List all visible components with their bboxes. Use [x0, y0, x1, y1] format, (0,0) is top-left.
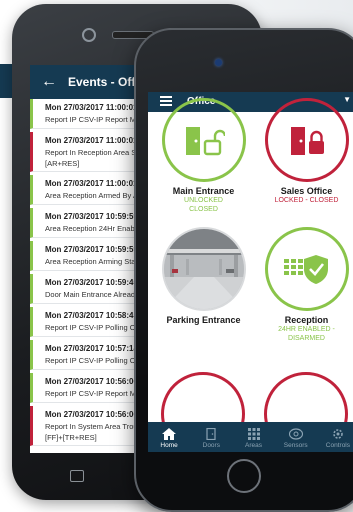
tile-name: Reception	[284, 315, 329, 325]
office-screen: Office ▼ Main Entrance UNLOCKED CLOSED S…	[148, 92, 353, 452]
tile-main-entrance[interactable]: Main Entrance UNLOCKED CLOSED	[151, 98, 256, 214]
tab-label: Areas	[245, 442, 262, 449]
back-arrow-icon[interactable]: ←	[30, 73, 68, 91]
tile-status-line-2: DISARMED	[288, 335, 325, 342]
parking-garage-photo	[161, 227, 246, 311]
controls-gear-icon	[333, 429, 343, 439]
tile-name: Sales Office	[280, 186, 333, 196]
tile-status-line-1: 24HR ENABLED -	[278, 326, 335, 333]
tile-sales-office[interactable]: Sales Office LOCKED - CLOSED	[254, 98, 353, 205]
home-button[interactable]	[227, 459, 261, 493]
tile-name: Parking Entrance	[166, 315, 241, 325]
front-camera-icon	[215, 59, 222, 66]
tile-status-line-1: LOCKED - CLOSED	[274, 197, 339, 204]
tile-name: Main Entrance	[172, 186, 235, 196]
tab-controls[interactable]: Controls	[317, 422, 353, 452]
tab-home[interactable]: Home	[148, 422, 190, 452]
tab-areas[interactable]: Areas	[232, 422, 274, 452]
recent-apps-icon[interactable]	[70, 470, 84, 482]
sensor-dot-icon	[82, 28, 96, 42]
door-icon	[206, 428, 216, 440]
tab-doors[interactable]: Doors	[190, 422, 232, 452]
areas-grid-icon	[247, 428, 260, 440]
home-icon	[162, 428, 177, 440]
main-entrance-ring	[161, 98, 246, 182]
sensor-icon	[288, 428, 303, 440]
tab-sensors[interactable]: Sensors	[275, 422, 317, 452]
office-phone: Office ▼ Main Entrance UNLOCKED CLOSED S…	[134, 28, 353, 512]
tab-label: Home	[160, 442, 178, 449]
keypad-shield-icon	[283, 255, 328, 284]
tab-label: Sensors	[283, 442, 308, 449]
sales-office-ring	[264, 98, 349, 182]
tile-status-line-1: UNLOCKED	[184, 197, 223, 204]
tab-label: Doors	[202, 442, 220, 449]
bottom-tab-bar: Home Doors Areas Sensors Controls	[148, 422, 353, 452]
tile-status-line-2: CLOSED	[189, 206, 218, 213]
reception-ring	[264, 227, 349, 311]
tile-reception[interactable]: Reception 24HR ENABLED - DISARMED	[254, 227, 353, 343]
tile-parking-entrance[interactable]: Parking Entrance	[151, 227, 256, 325]
tab-label: Controls	[325, 442, 351, 449]
door-unlocked-icon	[185, 127, 225, 156]
door-locked-icon	[290, 127, 324, 155]
